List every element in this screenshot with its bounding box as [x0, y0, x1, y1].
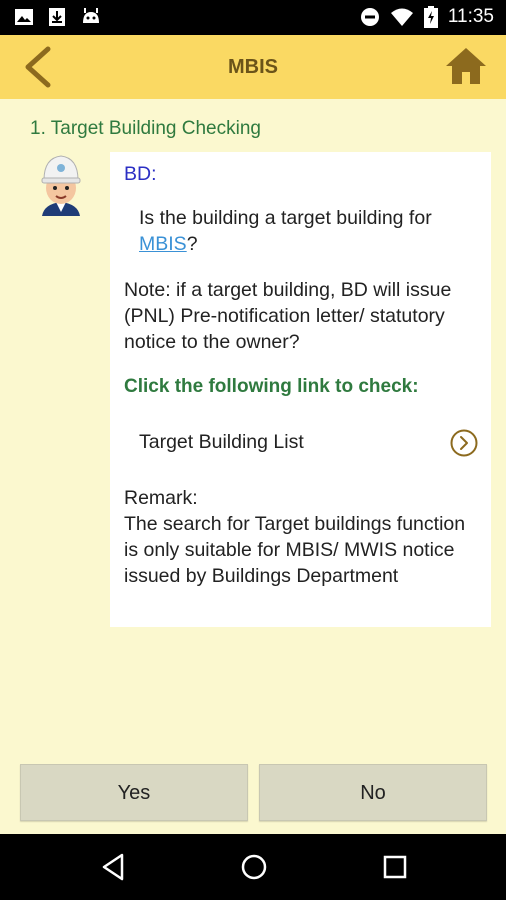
check-heading: Click the following link to check:	[124, 376, 419, 397]
battery-charging-icon	[423, 6, 438, 28]
chevron-right-circle-icon	[450, 429, 478, 457]
target-building-list-link[interactable]: Target Building List	[110, 422, 491, 466]
home-button[interactable]	[444, 46, 488, 86]
note-text: Note: if a target building, BD will issu…	[124, 279, 452, 353]
remark-title: Remark:	[124, 487, 198, 509]
download-icon	[49, 8, 65, 26]
android-icon	[83, 8, 99, 23]
yes-button[interactable]: Yes	[20, 764, 248, 821]
section-title: 1. Target Building Checking	[30, 118, 261, 139]
nav-back-icon[interactable]	[98, 851, 130, 883]
question-suffix: ?	[186, 233, 198, 255]
avatar	[34, 150, 88, 222]
target-building-list-label: Target Building List	[139, 431, 304, 453]
question-text: Is the building a target building for MB…	[139, 205, 479, 257]
system-nav-bar	[0, 834, 506, 900]
no-button[interactable]: No	[259, 764, 487, 821]
status-notifications	[14, 7, 102, 27]
mbis-link[interactable]: MBIS	[139, 233, 187, 255]
question-prefix: Is the building a target building for	[139, 207, 432, 229]
speaker-label: BD:	[124, 163, 157, 185]
page-title: MBIS	[228, 56, 278, 78]
nav-recent-apps-icon[interactable]	[379, 851, 411, 883]
nav-home-icon[interactable]	[238, 851, 270, 883]
remark-body: The search for Target buildings function…	[124, 513, 466, 587]
wifi-icon	[390, 8, 413, 26]
status-bar: 11:35	[0, 0, 506, 35]
status-system: 11:35	[360, 6, 494, 28]
image-icon	[15, 9, 33, 25]
do-not-disturb-icon	[360, 8, 379, 26]
remark-block: Remark: The search for Target buildings …	[124, 485, 484, 589]
engineer-avatar-icon	[41, 155, 81, 216]
info-card: BD: Is the building a target building fo…	[110, 152, 491, 627]
app-bar: MBIS	[0, 35, 506, 99]
status-time: 11:35	[447, 6, 494, 27]
home-icon	[446, 48, 486, 84]
